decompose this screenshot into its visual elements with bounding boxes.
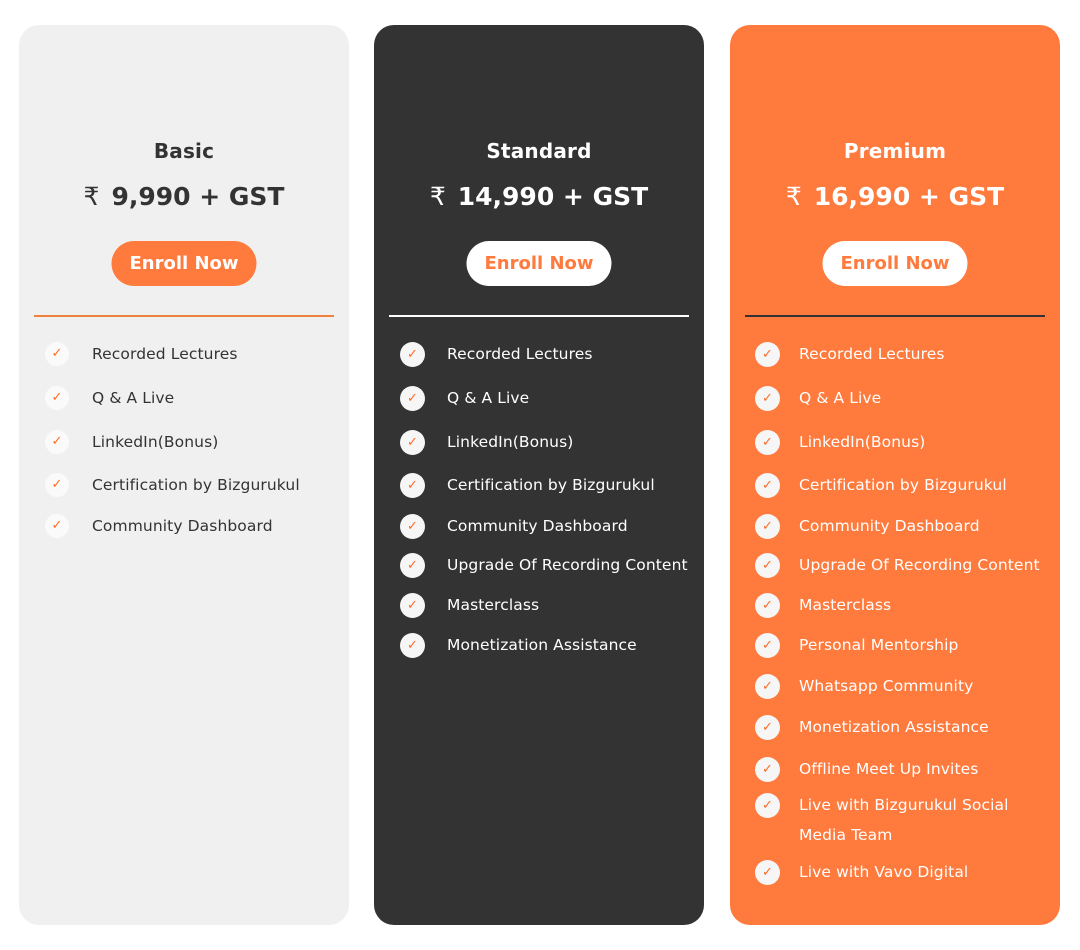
feature-item: ✓ Q & A Live [374, 383, 704, 413]
divider [34, 315, 334, 317]
divider [389, 315, 689, 317]
feature-label: Community Dashboard [799, 517, 980, 535]
feature-item: ✓ Community Dashboard [374, 511, 704, 541]
feature-item: ✓ Live with Bizgurukul Social Media Team [730, 790, 1060, 850]
feature-item: ✓ Masterclass [374, 590, 704, 620]
feature-item: ✓ Q & A Live [730, 383, 1060, 413]
check-icon: ✓ [755, 793, 780, 818]
feature-label: Community Dashboard [447, 517, 628, 535]
feature-item: ✓ Community Dashboard [730, 511, 1060, 541]
feature-item: ✓ LinkedIn(Bonus) [19, 427, 349, 457]
feature-item: ✓ Community Dashboard [19, 511, 349, 541]
check-icon: ✓ [45, 473, 69, 497]
feature-label: LinkedIn(Bonus) [799, 433, 926, 451]
check-icon: ✓ [755, 553, 780, 578]
plan-name: Standard [486, 139, 592, 163]
feature-item: ✓ Recorded Lectures [730, 339, 1060, 369]
feature-label: LinkedIn(Bonus) [447, 433, 574, 451]
check-icon: ✓ [400, 633, 425, 658]
feature-item: ✓ Upgrade Of Recording Content [730, 550, 1060, 580]
check-icon: ✓ [755, 386, 780, 411]
feature-label: Q & A Live [92, 389, 175, 407]
rupee-icon: ₹ [429, 182, 446, 211]
feature-label: Offline Meet Up Invites [799, 760, 979, 778]
feature-label: Recorded Lectures [92, 345, 238, 363]
feature-item: ✓ Personal Mentorship [730, 630, 1060, 660]
feature-label: Certification by Bizgurukul [799, 476, 1007, 494]
check-icon: ✓ [755, 342, 780, 367]
feature-label: Masterclass [447, 596, 540, 614]
check-icon: ✓ [755, 593, 780, 618]
feature-label: Monetization Assistance [447, 636, 637, 654]
check-icon: ✓ [755, 473, 780, 498]
check-icon: ✓ [45, 342, 69, 366]
rupee-icon: ₹ [785, 182, 802, 211]
feature-label: Q & A Live [799, 389, 882, 407]
feature-label: Recorded Lectures [447, 345, 593, 363]
enroll-now-button[interactable]: Enroll Now [111, 241, 257, 286]
plan-price: ₹16,990 + GST [730, 182, 1060, 211]
plan-card-standard: Standard ₹14,990 + GST Enroll Now ✓ Recor… [374, 25, 704, 925]
feature-label: Recorded Lectures [799, 345, 945, 363]
check-icon: ✓ [400, 386, 425, 411]
price-value: 14,990 + GST [457, 182, 649, 211]
check-icon: ✓ [45, 514, 69, 538]
check-icon: ✓ [45, 386, 69, 410]
feature-label: Certification by Bizgurukul [92, 476, 300, 494]
feature-item: ✓ Certification by Bizgurukul [374, 470, 704, 500]
feature-label: Community Dashboard [92, 517, 273, 535]
check-icon: ✓ [400, 553, 425, 578]
divider [745, 315, 1045, 317]
feature-label: Monetization Assistance [799, 718, 989, 736]
feature-label: Masterclass [799, 596, 892, 614]
feature-label: Certification by Bizgurukul [447, 476, 655, 494]
feature-label: Upgrade Of Recording Content [799, 556, 1040, 574]
rupee-icon: ₹ [83, 182, 100, 211]
feature-item: ✓ Recorded Lectures [374, 339, 704, 369]
feature-label: Live with Vavo Digital [799, 863, 969, 881]
feature-item: ✓ LinkedIn(Bonus) [730, 427, 1060, 457]
feature-item: ✓ Live with Vavo Digital [730, 857, 1060, 887]
check-icon: ✓ [755, 430, 780, 455]
check-icon: ✓ [400, 593, 425, 618]
feature-item: ✓ Monetization Assistance [730, 712, 1060, 742]
plan-name: Premium [843, 139, 947, 163]
feature-item: ✓ Certification by Bizgurukul [730, 470, 1060, 500]
check-icon: ✓ [400, 430, 425, 455]
feature-item: ✓ LinkedIn(Bonus) [374, 427, 704, 457]
enroll-now-button[interactable]: Enroll Now [466, 241, 612, 286]
enroll-now-button[interactable]: Enroll Now [822, 241, 968, 286]
check-icon: ✓ [45, 430, 69, 454]
feature-label: Personal Mentorship [799, 636, 959, 654]
check-icon: ✓ [400, 342, 425, 367]
price-value: 16,990 + GST [813, 182, 1005, 211]
check-icon: ✓ [755, 757, 780, 782]
feature-label: Live with Bizgurukul Social Media Team [799, 796, 1009, 844]
check-icon: ✓ [400, 473, 425, 498]
price-value: 9,990 + GST [111, 182, 285, 211]
plan-card-basic: Basic ₹9,990 + GST Enroll Now ✓ Recorded … [19, 25, 349, 925]
feature-label: Upgrade Of Recording Content [447, 556, 688, 574]
feature-item: ✓ Monetization Assistance [374, 630, 704, 660]
check-icon: ✓ [755, 514, 780, 539]
check-icon: ✓ [755, 715, 780, 740]
check-icon: ✓ [755, 674, 780, 699]
feature-item: ✓ Q & A Live [19, 383, 349, 413]
feature-item: ✓ Masterclass [730, 590, 1060, 620]
check-icon: ✓ [755, 860, 780, 885]
feature-item: ✓ Recorded Lectures [19, 339, 349, 369]
feature-label: Whatsapp Community [799, 677, 974, 695]
plan-price: ₹14,990 + GST [374, 182, 704, 211]
plan-card-premium: Premium ₹16,990 + GST Enroll Now ✓ Record… [730, 25, 1060, 925]
feature-label: Q & A Live [447, 389, 530, 407]
feature-item: ✓ Upgrade Of Recording Content [374, 550, 704, 580]
feature-item: ✓ Certification by Bizgurukul [19, 470, 349, 500]
feature-item: ✓ Whatsapp Community [730, 671, 1060, 701]
plan-price: ₹9,990 + GST [19, 182, 349, 211]
feature-label: LinkedIn(Bonus) [92, 433, 219, 451]
plan-name: Basic [153, 139, 215, 163]
feature-item: ✓ Offline Meet Up Invites [730, 754, 1060, 784]
check-icon: ✓ [400, 514, 425, 539]
check-icon: ✓ [755, 633, 780, 658]
